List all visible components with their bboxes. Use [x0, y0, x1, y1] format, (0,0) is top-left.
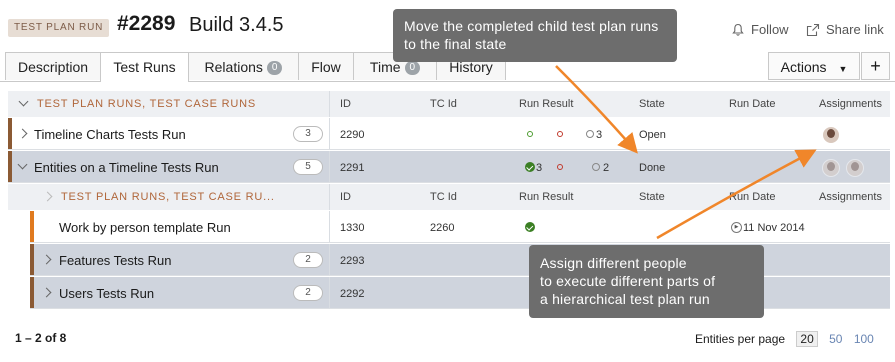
tab-label: Test Runs [113, 59, 176, 75]
page-size-20[interactable]: 20 [796, 331, 818, 347]
page-size-selector: Entities per page 20 50 100 [695, 331, 874, 347]
page-size-label: Entities per page [695, 332, 786, 346]
page-size-50[interactable]: 50 [829, 332, 842, 346]
arrow-to-assignments [656, 149, 817, 240]
pagination-range: 1 – 2 of 8 [15, 331, 67, 345]
arrow-to-state [555, 65, 638, 154]
page-size-100[interactable]: 100 [854, 332, 874, 346]
tab-test-runs[interactable]: Test Runs [100, 52, 189, 82]
